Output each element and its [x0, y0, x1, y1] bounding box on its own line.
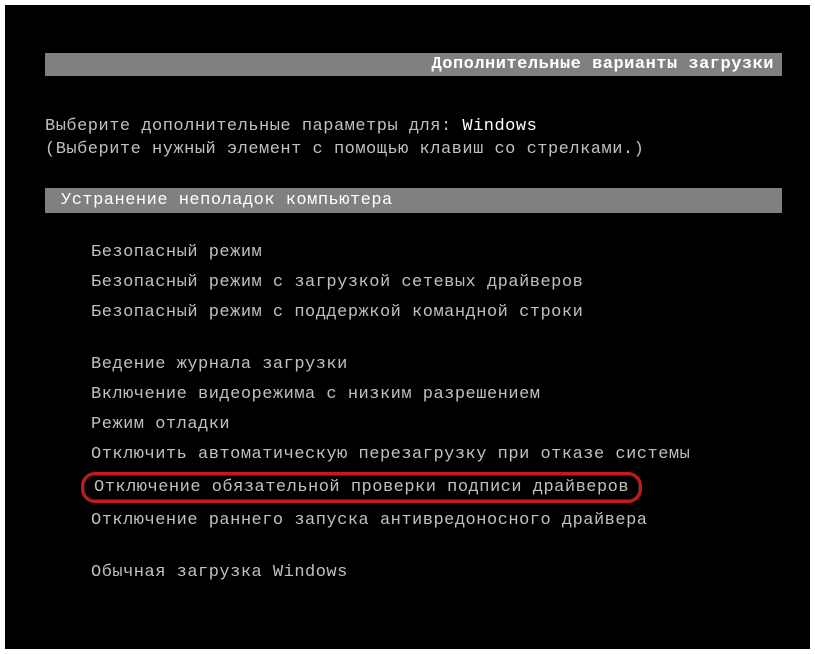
- menu-item-boot-logging[interactable]: Ведение журнала загрузки: [45, 352, 782, 377]
- menu-item-no-auto-restart[interactable]: Отключить автоматическую перезагрузку пр…: [45, 442, 782, 467]
- instruction-prefix: Выберите дополнительные параметры для:: [45, 117, 462, 136]
- menu-item-low-res[interactable]: Включение видеорежима с низким разрешени…: [45, 382, 782, 407]
- menu-item-safe-mode-cmd[interactable]: Безопасный режим с поддержкой командной …: [45, 300, 782, 325]
- boot-options-screen: Дополнительные варианты загрузки Выберит…: [5, 5, 810, 649]
- menu-item-repair[interactable]: Устранение неполадок компьютера: [45, 188, 782, 213]
- instructions-block: Выберите дополнительные параметры для: W…: [45, 118, 810, 158]
- menu-item-normal-boot[interactable]: Обычная загрузка Windows: [45, 560, 782, 585]
- page-title: Дополнительные варианты загрузки: [45, 53, 782, 76]
- os-name: Windows: [462, 117, 537, 136]
- menu-item-debug[interactable]: Режим отладки: [45, 412, 782, 437]
- boot-menu: Устранение неполадок компьютера Безопасн…: [45, 188, 782, 585]
- menu-item-disable-elam[interactable]: Отключение раннего запуска антивредоносн…: [45, 508, 782, 533]
- menu-item-safe-mode-net[interactable]: Безопасный режим с загрузкой сетевых дра…: [45, 270, 782, 295]
- instruction-hint: (Выберите нужный элемент с помощью клави…: [45, 141, 810, 158]
- highlight-annotation: Отключение обязательной проверки подписи…: [81, 472, 642, 503]
- menu-item-disable-signature[interactable]: Отключение обязательной проверки подписи…: [81, 472, 642, 503]
- instruction-line-1: Выберите дополнительные параметры для: W…: [45, 118, 810, 135]
- menu-item-safe-mode[interactable]: Безопасный режим: [45, 240, 782, 265]
